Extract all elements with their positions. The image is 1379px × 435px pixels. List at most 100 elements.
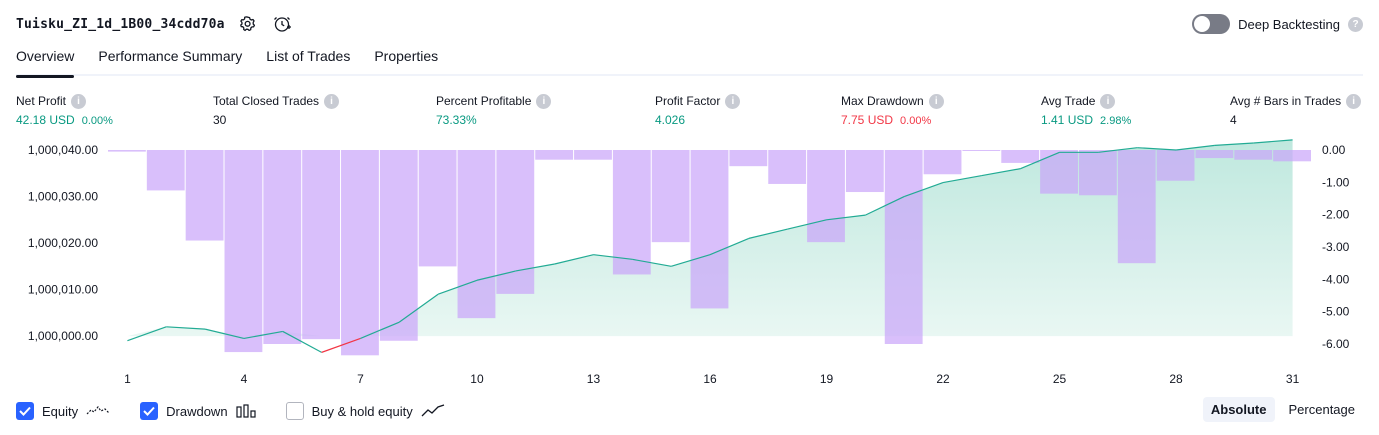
drawdown-bar bbox=[146, 150, 185, 191]
legend-equity[interactable]: Equity bbox=[16, 402, 110, 420]
right-axis-tick-label: -5.00 bbox=[1322, 305, 1350, 319]
metric-avg-bars: Avg # Bars in Trades i 4 bbox=[1230, 93, 1362, 127]
metric-total-closed-trades: Total Closed Trades i 30 bbox=[213, 93, 340, 127]
x-axis-tick-label: 16 bbox=[703, 372, 717, 386]
deep-backtesting-toggle[interactable] bbox=[1192, 14, 1231, 34]
metric-value: 1.41 USD bbox=[1041, 113, 1094, 127]
right-axis-tick-label: -6.00 bbox=[1322, 337, 1350, 351]
metric-sub: 2.98% bbox=[1100, 115, 1132, 127]
metric-label: Profit Factor bbox=[655, 94, 721, 108]
metric-percent-profitable: Percent Profitable i 73.33% bbox=[436, 93, 552, 127]
drawdown-bar bbox=[379, 150, 418, 341]
drawdown-bar bbox=[224, 150, 263, 353]
equity-chart[interactable]: 1,000,040.00 1,000,030.00 1,000,020.00 1,00… bbox=[0, 138, 1379, 388]
info-icon[interactable]: i bbox=[1100, 93, 1116, 109]
metric-label: Net Profit bbox=[16, 94, 67, 108]
drawdown-bar bbox=[1040, 150, 1078, 194]
drawdown-bar bbox=[1273, 150, 1311, 162]
checkbox-checked-icon[interactable] bbox=[140, 402, 159, 420]
toggle-knob bbox=[1194, 16, 1211, 32]
right-axis-tick-label: -3.00 bbox=[1322, 240, 1350, 254]
info-icon[interactable]: i bbox=[1346, 93, 1362, 109]
drawdown-bar bbox=[535, 150, 574, 160]
x-axis-tick-label: 19 bbox=[820, 372, 834, 386]
x-axis-tick-label: 22 bbox=[936, 372, 950, 386]
info-icon[interactable]: i bbox=[725, 93, 741, 109]
help-icon[interactable]: ? bbox=[1348, 16, 1363, 32]
legend-label: Drawdown bbox=[166, 403, 228, 419]
drawdown-bar bbox=[1078, 150, 1117, 196]
add-alert-clock-icon[interactable] bbox=[271, 13, 293, 35]
x-axis-tick-label: 31 bbox=[1286, 372, 1300, 386]
drawdown-bar bbox=[418, 150, 457, 267]
drawdown-bar bbox=[108, 150, 146, 152]
metric-profit-factor: Profit Factor i 4.026 bbox=[655, 93, 741, 127]
metric-avg-trade: Avg Trade i 1.41 USD 2.98% bbox=[1041, 93, 1131, 127]
left-axis-tick-label: 1,000,020.00 bbox=[28, 236, 98, 250]
info-icon[interactable]: i bbox=[324, 93, 340, 109]
x-axis-tick-label: 13 bbox=[587, 372, 601, 386]
tab-properties[interactable]: Properties bbox=[374, 44, 438, 76]
strategy-name: Tuisku_ZI_1d_1B00_34cdd70a bbox=[16, 16, 225, 32]
legend-label: Equity bbox=[42, 403, 79, 419]
legend-label: Buy & hold equity bbox=[311, 403, 413, 419]
metric-value: 42.18 USD bbox=[16, 113, 75, 127]
drawdown-bar bbox=[341, 150, 379, 356]
left-axis-tick-label: 1,000,000.00 bbox=[28, 329, 98, 343]
drawdown-bar bbox=[962, 150, 1001, 151]
drawdown-bar bbox=[1001, 150, 1040, 163]
left-axis-tick-label: 1,000,030.00 bbox=[28, 190, 98, 204]
checkbox-unchecked-icon[interactable] bbox=[285, 402, 304, 420]
buy-hold-line-icon bbox=[421, 404, 445, 418]
metric-label: Avg Trade bbox=[1041, 94, 1096, 108]
info-icon[interactable]: i bbox=[536, 93, 552, 109]
deep-backtesting-label: Deep Backtesting bbox=[1238, 16, 1340, 32]
absolute-button[interactable]: Absolute bbox=[1202, 397, 1275, 422]
right-axis-tick-label: -1.00 bbox=[1322, 175, 1350, 189]
right-axis-tick-label: -2.00 bbox=[1322, 208, 1350, 222]
tab-performance-summary[interactable]: Performance Summary bbox=[98, 44, 242, 76]
chart-legend: Equity Drawdown Buy & hold equity bbox=[16, 400, 475, 422]
metric-max-drawdown: Max Drawdown i 7.75 USD 0.00% bbox=[841, 93, 944, 127]
metric-value: 73.33% bbox=[436, 113, 477, 127]
metric-sub: 0.00% bbox=[81, 115, 113, 127]
drawdown-bar bbox=[923, 150, 962, 175]
info-icon[interactable]: i bbox=[71, 93, 87, 109]
drawdown-bar bbox=[612, 150, 651, 275]
right-axis-tick-label: -4.00 bbox=[1322, 272, 1350, 286]
x-axis-tick-label: 28 bbox=[1169, 372, 1183, 386]
x-axis-tick-label: 4 bbox=[241, 372, 248, 386]
drawdown-bar bbox=[263, 150, 302, 344]
metric-label: Avg # Bars in Trades bbox=[1230, 94, 1342, 108]
drawdown-bar bbox=[574, 150, 612, 160]
metric-label: Percent Profitable bbox=[436, 94, 532, 108]
legend-drawdown[interactable]: Drawdown bbox=[140, 402, 256, 420]
drawdown-bar bbox=[1117, 150, 1156, 264]
legend-buy-hold[interactable]: Buy & hold equity bbox=[285, 402, 445, 420]
left-axis-tick-label: 1,000,010.00 bbox=[28, 283, 98, 297]
metric-value: 4 bbox=[1230, 113, 1237, 127]
value-mode-switch: Absolute Percentage bbox=[1202, 397, 1364, 422]
tab-list-of-trades[interactable]: List of Trades bbox=[266, 44, 350, 76]
tab-overview[interactable]: Overview bbox=[16, 44, 75, 78]
percentage-button[interactable]: Percentage bbox=[1281, 397, 1364, 422]
drawdown-bar bbox=[1234, 150, 1273, 160]
x-axis-tick-label: 25 bbox=[1053, 372, 1067, 386]
drawdown-bar bbox=[651, 150, 690, 243]
drawdown-bar bbox=[1195, 150, 1234, 159]
drawdown-bar bbox=[1156, 150, 1195, 181]
metric-value: 7.75 USD bbox=[841, 113, 894, 127]
drawdown-bar bbox=[768, 150, 807, 184]
x-axis-tick-label: 10 bbox=[470, 372, 484, 386]
info-icon[interactable]: i bbox=[928, 93, 944, 109]
x-axis-tick-label: 7 bbox=[357, 372, 364, 386]
drawdown-bar bbox=[845, 150, 884, 193]
metric-sub: 0.00% bbox=[900, 115, 932, 127]
checkbox-checked-icon[interactable] bbox=[16, 402, 34, 420]
drawdown-bar bbox=[807, 150, 845, 243]
drawdown-bar bbox=[884, 150, 923, 344]
gear-icon[interactable] bbox=[237, 13, 259, 35]
metric-label: Max Drawdown bbox=[841, 94, 924, 108]
drawdown-bar bbox=[457, 150, 496, 319]
drawdown-bar bbox=[185, 150, 224, 241]
